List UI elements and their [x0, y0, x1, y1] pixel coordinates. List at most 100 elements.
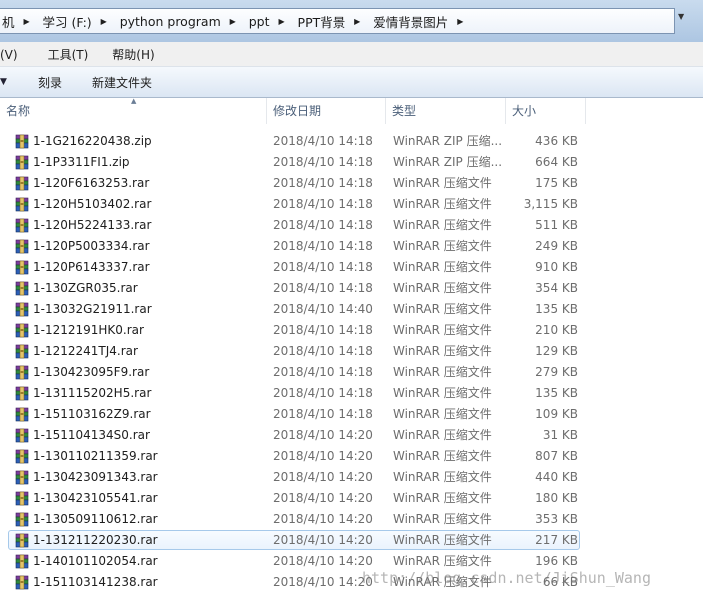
file-name[interactable]: 1-151103141238.rar: [33, 572, 158, 593]
file-name[interactable]: 1-1212241TJ4.rar: [33, 341, 138, 362]
file-name[interactable]: 1-130423105541.rar: [33, 488, 158, 509]
file-name[interactable]: 1-1212191HK0.rar: [33, 320, 144, 341]
winrar-archive-icon[interactable]: [14, 239, 30, 255]
address-bar[interactable]: 机 ▶ 学习 (F:) ▶ python program ▶ ppt ▶ PPT…: [0, 8, 675, 34]
menu-tools[interactable]: 工具(T): [40, 46, 97, 63]
breadcrumb-ppt[interactable]: ppt ▶: [241, 9, 290, 33]
breadcrumb-drive[interactable]: 学习 (F:) ▶: [35, 9, 112, 33]
breadcrumb-love-background-images[interactable]: 爱情背景图片 ▶: [365, 9, 468, 33]
file-name[interactable]: 1-131115202H5.rar: [33, 383, 151, 404]
file-name[interactable]: 1-1P3311FI1.zip: [33, 152, 130, 173]
file-row[interactable]: 1-1212241TJ4.rar 2018/4/10 14:18 WinRAR …: [0, 341, 703, 362]
breadcrumb-ppt-background[interactable]: PPT背景 ▶: [290, 9, 366, 33]
file-name[interactable]: 1-130423095F9.rar: [33, 362, 149, 383]
file-name[interactable]: 1-151103162Z9.rar: [33, 404, 151, 425]
file-row[interactable]: 1-130423095F9.rar 2018/4/10 14:18 WinRAR…: [0, 362, 703, 383]
winrar-archive-icon[interactable]: [14, 365, 30, 381]
file-name[interactable]: 1-130110211359.rar: [33, 446, 158, 467]
winrar-archive-icon[interactable]: [14, 449, 30, 465]
file-name[interactable]: 1-130ZGR035.rar: [33, 278, 138, 299]
address-dropdown-icon[interactable]: ▼: [678, 12, 684, 21]
file-row[interactable]: 1-151104134S0.rar 2018/4/10 14:20 WinRAR…: [0, 425, 703, 446]
winrar-archive-icon[interactable]: [14, 470, 30, 486]
winrar-archive-icon[interactable]: [14, 407, 30, 423]
column-header-label[interactable]: 修改日期: [273, 104, 321, 118]
column-header-label[interactable]: 大小: [512, 104, 536, 118]
menu-help[interactable]: 帮助(H): [104, 46, 162, 63]
winrar-archive-icon[interactable]: [14, 302, 30, 318]
breadcrumb-label[interactable]: 爱情背景图片: [365, 12, 452, 31]
breadcrumb-label[interactable]: python program: [112, 14, 225, 29]
breadcrumb-arrow-icon[interactable]: ▶: [96, 17, 112, 26]
file-row[interactable]: 1-1P3311FI1.zip 2018/4/10 14:18 WinRAR Z…: [0, 152, 703, 173]
winrar-archive-icon[interactable]: [14, 575, 30, 591]
winrar-archive-icon[interactable]: [14, 281, 30, 297]
column-header-label[interactable]: 类型: [392, 104, 416, 118]
organize-dropdown-icon[interactable]: ▼: [0, 77, 8, 87]
file-row[interactable]: 1-130509110612.rar 2018/4/10 14:20 WinRA…: [0, 509, 703, 530]
file-row[interactable]: 1-151103141238.rar 2018/4/10 14:20 WinRA…: [0, 572, 703, 593]
column-header-label[interactable]: 名称: [6, 104, 30, 118]
breadcrumb-arrow-icon[interactable]: ▶: [225, 17, 241, 26]
file-row[interactable]: 1-140101102054.rar 2018/4/10 14:20 WinRA…: [0, 551, 703, 572]
winrar-archive-icon[interactable]: [14, 218, 30, 234]
file-row[interactable]: 1-130ZGR035.rar 2018/4/10 14:18 WinRAR 压…: [0, 278, 703, 299]
breadcrumb-arrow-icon[interactable]: ▶: [349, 17, 365, 26]
winrar-archive-icon[interactable]: [14, 344, 30, 360]
winrar-archive-icon[interactable]: [14, 428, 30, 444]
file-row[interactable]: 1-130423091343.rar 2018/4/10 14:20 WinRA…: [0, 467, 703, 488]
breadcrumb-label[interactable]: ppt: [241, 14, 274, 29]
breadcrumb-label[interactable]: 学习 (F:): [35, 12, 96, 31]
file-row[interactable]: 1-120H5224133.rar 2018/4/10 14:18 WinRAR…: [0, 215, 703, 236]
file-name[interactable]: 1-131211220230.rar: [33, 530, 158, 551]
file-row[interactable]: 1-131115202H5.rar 2018/4/10 14:18 WinRAR…: [0, 383, 703, 404]
winrar-archive-icon[interactable]: [14, 386, 30, 402]
file-row[interactable]: 1-1G216220438.zip 2018/4/10 14:18 WinRAR…: [0, 131, 703, 152]
breadcrumb-computer[interactable]: 机 ▶: [0, 9, 35, 33]
breadcrumb-python-program[interactable]: python program ▶: [112, 9, 241, 33]
breadcrumb-arrow-icon[interactable]: ▶: [452, 17, 468, 26]
winrar-archive-icon[interactable]: [14, 491, 30, 507]
winrar-archive-icon[interactable]: [14, 197, 30, 213]
file-row[interactable]: 1-131211220230.rar 2018/4/10 14:20 WinRA…: [0, 530, 703, 551]
winrar-archive-icon[interactable]: [14, 134, 30, 150]
file-name[interactable]: 1-120F6163253.rar: [33, 173, 149, 194]
column-header-name[interactable]: 名称 ▲: [0, 97, 267, 124]
file-name[interactable]: 1-120H5103402.rar: [33, 194, 151, 215]
winrar-archive-icon[interactable]: [14, 155, 30, 171]
column-header-type[interactable]: 类型: [386, 98, 506, 124]
breadcrumb-arrow-icon[interactable]: ▶: [274, 17, 290, 26]
file-name[interactable]: 1-120P6143337.rar: [33, 257, 150, 278]
winrar-archive-icon[interactable]: [14, 176, 30, 192]
winrar-archive-icon[interactable]: [14, 554, 30, 570]
file-name[interactable]: 1-1G216220438.zip: [33, 131, 152, 152]
file-row[interactable]: 1-120P6143337.rar 2018/4/10 14:18 WinRAR…: [0, 257, 703, 278]
burn-button[interactable]: 刻录: [26, 74, 74, 91]
file-name[interactable]: 1-130423091343.rar: [33, 467, 158, 488]
new-folder-button[interactable]: 新建文件夹: [80, 74, 164, 91]
winrar-archive-icon[interactable]: [14, 323, 30, 339]
file-row[interactable]: 1-151103162Z9.rar 2018/4/10 14:18 WinRAR…: [0, 404, 703, 425]
file-row[interactable]: 1-130423105541.rar 2018/4/10 14:20 WinRA…: [0, 488, 703, 509]
file-name[interactable]: 1-140101102054.rar: [33, 551, 158, 572]
file-row[interactable]: 1-120F6163253.rar 2018/4/10 14:18 WinRAR…: [0, 173, 703, 194]
file-row[interactable]: 1-120P5003334.rar 2018/4/10 14:18 WinRAR…: [0, 236, 703, 257]
file-name[interactable]: 1-151104134S0.rar: [33, 425, 150, 446]
breadcrumb-label[interactable]: 机: [0, 12, 19, 31]
file-row[interactable]: 1-130110211359.rar 2018/4/10 14:20 WinRA…: [0, 446, 703, 467]
winrar-archive-icon[interactable]: [14, 533, 30, 549]
column-header-date[interactable]: 修改日期: [267, 98, 386, 124]
file-row[interactable]: 1-120H5103402.rar 2018/4/10 14:18 WinRAR…: [0, 194, 703, 215]
file-row[interactable]: 1-1212191HK0.rar 2018/4/10 14:18 WinRAR …: [0, 320, 703, 341]
column-header-size[interactable]: 大小: [506, 98, 586, 124]
breadcrumb-label[interactable]: PPT背景: [290, 12, 350, 31]
winrar-archive-icon[interactable]: [14, 260, 30, 276]
menu-view[interactable]: 看(V): [0, 46, 26, 63]
file-name[interactable]: 1-120P5003334.rar: [33, 236, 150, 257]
file-row[interactable]: 1-13032G21911.rar 2018/4/10 14:40 WinRAR…: [0, 299, 703, 320]
file-name[interactable]: 1-130509110612.rar: [33, 509, 158, 530]
winrar-archive-icon[interactable]: [14, 512, 30, 528]
file-name[interactable]: 1-120H5224133.rar: [33, 215, 151, 236]
breadcrumb-arrow-icon[interactable]: ▶: [19, 17, 35, 26]
file-name[interactable]: 1-13032G21911.rar: [33, 299, 152, 320]
